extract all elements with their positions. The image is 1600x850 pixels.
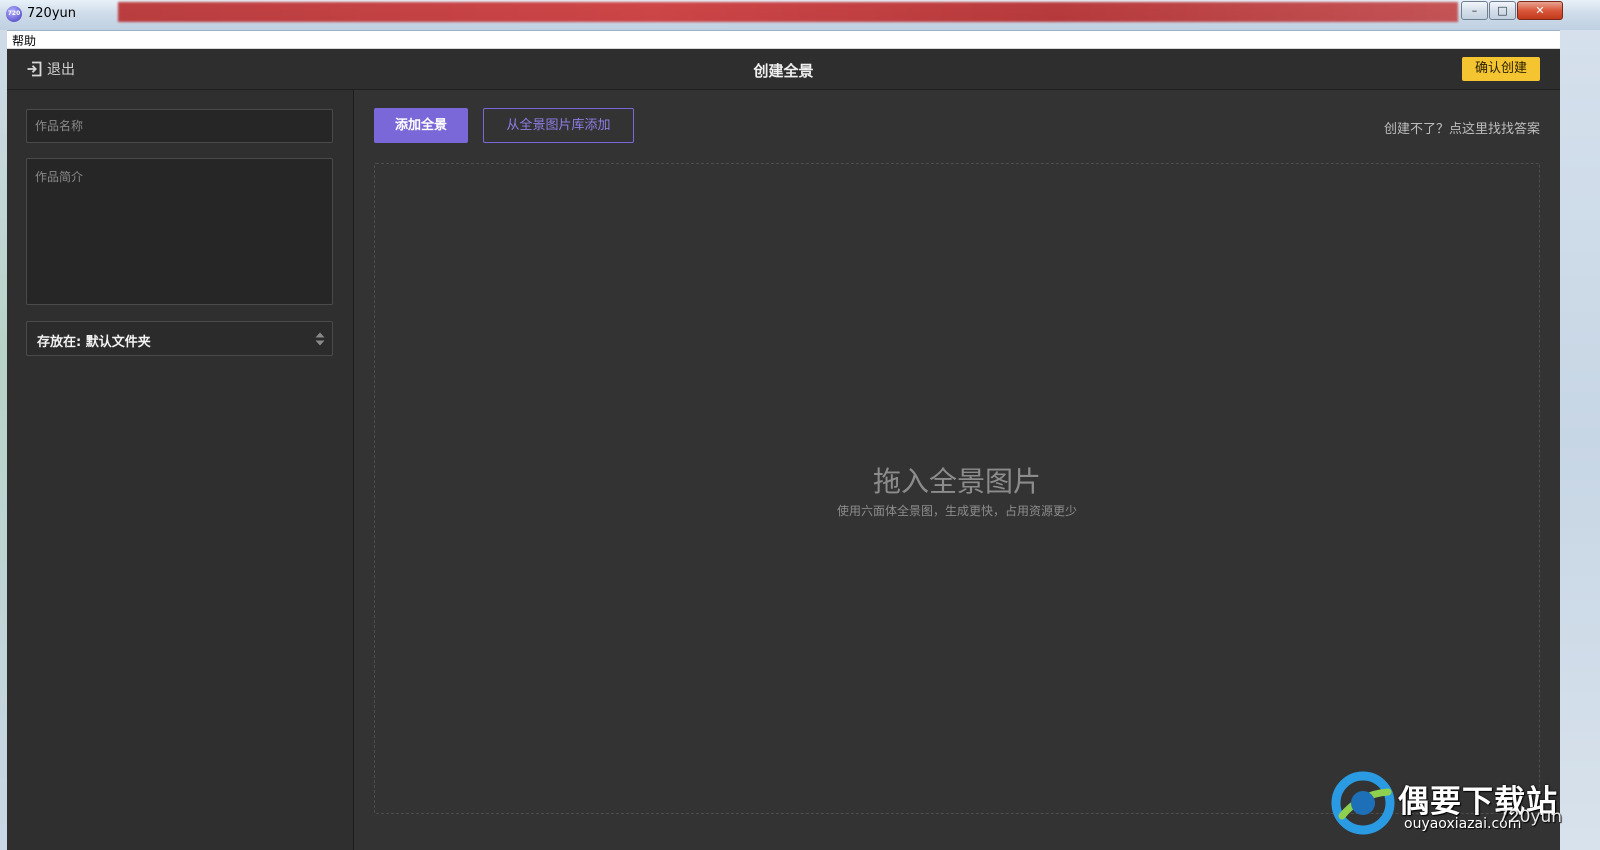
blurred-background-band <box>118 2 1458 22</box>
folder-select[interactable]: 存放在: 默认文件夹 <box>26 321 333 356</box>
window-title: 720yun <box>27 6 76 21</box>
work-name-input[interactable] <box>26 109 333 143</box>
menu-item-help[interactable]: 帮助 <box>12 32 36 49</box>
drop-zone-hint: 使用六面体全景图，生成更快，占用资源更少 <box>836 504 1077 518</box>
minimize-button[interactable]: – <box>1461 1 1488 20</box>
page-title: 创建全景 <box>753 62 814 80</box>
drop-zone-title: 拖入全景图片 <box>872 465 1041 498</box>
app-icon: 720 <box>6 6 22 22</box>
close-button[interactable]: ✕ <box>1517 1 1563 20</box>
maximize-button[interactable]: □ <box>1489 1 1516 20</box>
window-frame-right <box>1560 30 1600 850</box>
panorama-drop-zone[interactable]: 拖入全景图片 使用六面体全景图，生成更快，占用资源更少 <box>374 163 1540 814</box>
folder-select-label: 存放在: 默认文件夹 <box>37 335 151 350</box>
updown-arrows-icon <box>315 332 325 346</box>
confirm-create-button[interactable]: 确认创建 <box>1462 57 1540 81</box>
menu-bar: 帮助 <box>7 31 1560 49</box>
help-link[interactable]: 创建不了？点这里找找答案 <box>1384 118 1540 137</box>
app-header: 退出 创建全景 确认创建 <box>7 49 1560 90</box>
work-info-panel: 存放在: 默认文件夹 <box>7 90 354 850</box>
work-description-input[interactable] <box>26 158 333 305</box>
window-titlebar: 720 720yun – □ ✕ <box>0 0 1600 31</box>
panorama-panel: 添加全景 从全景图片库添加 创建不了？点这里找找答案 拖入全景图片 使用六面体全… <box>354 90 1560 850</box>
add-panorama-button[interactable]: 添加全景 <box>374 108 468 143</box>
window-frame-left <box>0 30 7 850</box>
add-from-library-button[interactable]: 从全景图片库添加 <box>483 108 634 143</box>
